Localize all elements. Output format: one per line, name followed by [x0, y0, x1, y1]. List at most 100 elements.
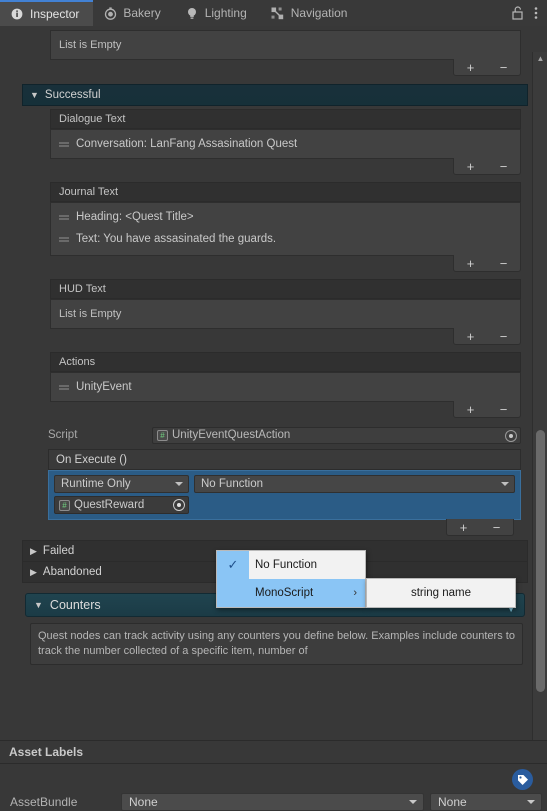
lock-open-icon[interactable]: [512, 6, 524, 20]
object-picker-icon[interactable]: [505, 429, 517, 442]
tab-bar-actions: [512, 0, 547, 26]
on-execute-header[interactable]: On Execute (): [48, 449, 521, 470]
actions-list[interactable]: UnityEvent: [50, 372, 521, 402]
script-value: UnityEventQuestAction: [172, 429, 291, 441]
lightbulb-icon: [185, 6, 199, 20]
assetbundle-variant-value: None: [438, 794, 467, 809]
tab-lighting[interactable]: Lighting: [175, 0, 261, 26]
hud-text-list[interactable]: List is Empty: [50, 299, 521, 329]
section-header-successful[interactable]: ▼ Successful: [22, 84, 528, 106]
drag-handle-icon[interactable]: [59, 236, 69, 239]
add-button[interactable]: +: [467, 61, 475, 74]
unityevent-entry-row-2: # QuestReward: [54, 496, 515, 514]
function-dropdown-menu[interactable]: ✓ No Function MonoScript ›: [216, 550, 366, 608]
tab-inspector[interactable]: Inspector: [0, 0, 94, 26]
runtime-mode-dropdown[interactable]: Runtime Only: [54, 475, 189, 493]
dialogue-text-group: Dialogue Text Conversation: LanFang Assa…: [22, 106, 528, 159]
hud-text-header[interactable]: HUD Text: [50, 279, 521, 299]
menu-item-monoscript[interactable]: MonoScript ›: [217, 579, 365, 607]
scroll-up-icon[interactable]: ▲: [533, 52, 547, 65]
list-item-label: Conversation: LanFang Assasination Quest: [76, 138, 298, 150]
remove-button[interactable]: −: [500, 403, 508, 416]
assetbundle-dropdown[interactable]: None: [121, 792, 424, 811]
add-button[interactable]: +: [467, 257, 475, 270]
remove-button[interactable]: −: [500, 257, 508, 270]
inspector-window: Inspector Bakery Lighting Navigation Lis…: [0, 0, 547, 811]
section-title-counters: Counters: [49, 598, 101, 612]
list-item[interactable]: UnityEvent: [51, 376, 520, 398]
unityevent-entry[interactable]: Runtime Only No Function # QuestReward: [48, 470, 521, 520]
list-item[interactable]: Conversation: LanFang Assasination Quest: [51, 133, 520, 155]
object-picker-icon[interactable]: [173, 499, 185, 511]
list-item[interactable]: Heading: <Quest Title>: [51, 206, 520, 228]
counters-help-text: Quest nodes can track activity using any…: [30, 623, 523, 665]
function-dropdown[interactable]: No Function: [194, 475, 515, 493]
tab-bar: Inspector Bakery Lighting Navigation: [0, 0, 547, 26]
top-list-group: List is Empty: [22, 26, 528, 60]
foldout-triangle-icon[interactable]: ▶: [30, 546, 37, 556]
tab-inspector-label: Inspector: [30, 7, 80, 21]
drag-handle-icon[interactable]: [59, 141, 69, 144]
add-button[interactable]: +: [460, 521, 468, 534]
asset-labels-area: [0, 764, 547, 791]
section-title-successful: Successful: [44, 89, 101, 101]
foldout-triangle-icon[interactable]: ▼: [34, 600, 43, 610]
chevron-down-icon: [527, 799, 535, 804]
list-item[interactable]: Text: You have assasinated the guards.: [51, 228, 520, 250]
add-button[interactable]: +: [467, 330, 475, 343]
function-value: No Function: [201, 478, 264, 490]
list-item-label: Text: You have assasinated the guards.: [76, 233, 277, 245]
tag-icon[interactable]: [512, 769, 533, 790]
journal-text-header[interactable]: Journal Text: [50, 182, 521, 202]
tab-bakery-label: Bakery: [123, 6, 161, 20]
journal-add-remove: + −: [453, 255, 521, 272]
journal-text-list[interactable]: Heading: <Quest Title> Text: You have as…: [50, 202, 521, 256]
info-circle-icon: [10, 7, 24, 21]
menu-item-label: No Function: [255, 559, 318, 571]
stopwatch-icon: [103, 6, 117, 20]
dialogue-text-header[interactable]: Dialogue Text: [50, 109, 521, 129]
submenu-item-label[interactable]: string name: [411, 587, 471, 599]
drag-handle-icon[interactable]: [59, 384, 69, 387]
assetbundle-variant-dropdown[interactable]: None: [430, 792, 542, 811]
assetbundle-value: None: [129, 794, 158, 809]
script-object-field[interactable]: # UnityEventQuestAction: [152, 426, 521, 444]
top-list-box[interactable]: List is Empty: [50, 30, 521, 60]
cs-script-icon: #: [157, 429, 168, 441]
tab-navigation[interactable]: Navigation: [261, 0, 362, 26]
menu-item-no-function[interactable]: ✓ No Function: [217, 551, 365, 579]
function-submenu[interactable]: string name: [366, 578, 516, 608]
scrollbar-thumb[interactable]: [536, 430, 545, 692]
unityevent-footer: + −: [22, 519, 528, 536]
actions-header[interactable]: Actions: [50, 352, 521, 372]
section-title-failed: Failed: [42, 545, 75, 557]
check-placeholder: [217, 579, 249, 607]
unityevent-add-remove: + −: [446, 519, 514, 536]
hud-add-remove: + −: [453, 328, 521, 345]
remove-button[interactable]: −: [500, 330, 508, 343]
tab-lighting-label: Lighting: [204, 6, 247, 20]
foldout-triangle-icon[interactable]: ▶: [30, 567, 37, 577]
target-object-field[interactable]: # QuestReward: [54, 496, 189, 514]
chevron-down-icon: [501, 482, 509, 486]
remove-button[interactable]: −: [500, 61, 508, 74]
dialogue-text-list[interactable]: Conversation: LanFang Assasination Quest: [50, 129, 521, 159]
navigation-mesh-icon: [271, 6, 285, 20]
tab-bakery[interactable]: Bakery: [93, 0, 174, 26]
hud-list-footer: + −: [22, 328, 528, 347]
indent-rail: [0, 26, 22, 740]
drag-handle-icon[interactable]: [59, 214, 69, 217]
vertical-scrollbar[interactable]: ▲ ▼: [532, 52, 547, 740]
tab-navigation-label: Navigation: [290, 6, 348, 20]
kebab-menu-icon[interactable]: [534, 6, 538, 20]
assetbundle-row: AssetBundle None None: [0, 791, 547, 811]
add-button[interactable]: +: [467, 403, 475, 416]
remove-button[interactable]: −: [493, 521, 501, 534]
runtime-mode-value: Runtime Only: [61, 478, 131, 490]
cs-script-icon: #: [59, 499, 70, 511]
add-button[interactable]: +: [467, 160, 475, 173]
dialogue-list-footer: + −: [22, 158, 528, 177]
foldout-triangle-icon[interactable]: ▼: [30, 90, 39, 100]
remove-button[interactable]: −: [500, 160, 508, 173]
section-title-abandoned: Abandoned: [42, 566, 102, 578]
